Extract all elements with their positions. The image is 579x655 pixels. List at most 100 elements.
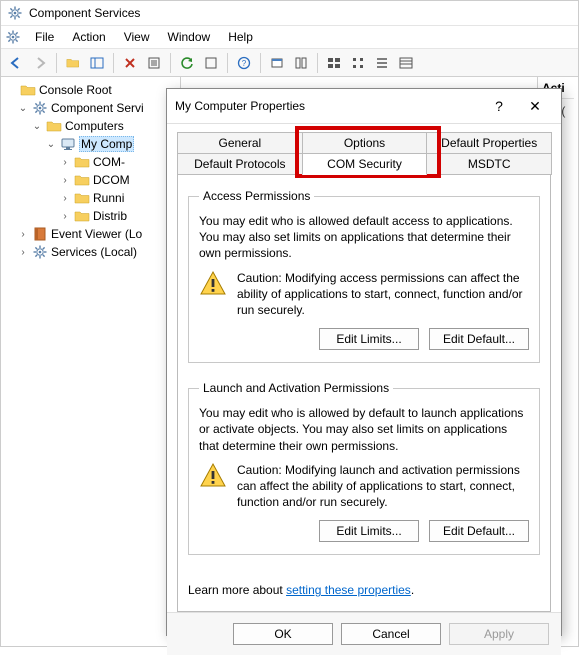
forward-button[interactable] <box>29 52 51 74</box>
folder-icon <box>74 208 90 224</box>
toolbar: ? <box>1 49 578 77</box>
menu-view[interactable]: View <box>116 28 158 46</box>
tree-item-services[interactable]: › Services (Local) <box>3 243 178 261</box>
tab-general[interactable]: General <box>177 132 303 153</box>
view-large-button[interactable] <box>323 52 345 74</box>
launch-caution: Caution: Modifying launch and activation… <box>199 462 529 511</box>
folder-icon <box>46 118 62 134</box>
expander-icon[interactable]: › <box>59 193 71 204</box>
tree-label: Console Root <box>39 83 112 97</box>
tree-label: My Comp <box>79 136 134 152</box>
up-button[interactable] <box>62 52 84 74</box>
tree-item-running[interactable]: › Runni <box>3 189 178 207</box>
caution-text: Caution: Modifying access permissions ca… <box>237 270 529 319</box>
tree-item-dcom[interactable]: › DCOM <box>3 171 178 189</box>
properties-dialog: My Computer Properties ? ✕ General Optio… <box>166 88 562 636</box>
ok-button[interactable]: OK <box>233 623 333 645</box>
menu-window[interactable]: Window <box>160 28 219 46</box>
menu-help[interactable]: Help <box>220 28 261 46</box>
tree-item-event-viewer[interactable]: › Event Viewer (Lo <box>3 225 178 243</box>
tree-item-component-services[interactable]: ⌄ Component Servi <box>3 99 178 117</box>
view-detail-button[interactable] <box>395 52 417 74</box>
tab-default-properties[interactable]: Default Properties <box>426 132 552 153</box>
learn-more-link[interactable]: setting these properties <box>286 583 411 597</box>
tree-item-console-root[interactable]: Console Root <box>3 81 178 99</box>
new-window-button[interactable] <box>266 52 288 74</box>
tree-label: Event Viewer (Lo <box>51 227 142 241</box>
dialog-body: General Options Default Properties Defau… <box>167 124 561 612</box>
toolbar-separator <box>56 53 57 73</box>
tree-panel[interactable]: Console Root ⌄ Component Servi ⌄ Compute… <box>1 77 181 646</box>
help-button[interactable]: ? <box>233 52 255 74</box>
tree-item-my-computer[interactable]: ⌄ My Comp <box>3 135 178 153</box>
access-description: You may edit who is allowed default acce… <box>199 213 529 262</box>
expander-icon[interactable]: › <box>59 211 71 222</box>
tile-button[interactable] <box>290 52 312 74</box>
expander-icon[interactable]: ⌄ <box>31 121 43 132</box>
edit-default-button[interactable]: Edit Default... <box>429 520 529 542</box>
menubar: File Action View Window Help <box>1 26 578 49</box>
tree-item-distributed[interactable]: › Distrib <box>3 207 178 225</box>
tab-msdtc[interactable]: MSDTC <box>426 153 552 175</box>
group-launch-permissions: Launch and Activation Permissions You ma… <box>188 381 540 555</box>
close-button[interactable]: ✕ <box>517 95 553 117</box>
edit-limits-button[interactable]: Edit Limits... <box>319 328 419 350</box>
tab-strip: General Options Default Properties Defau… <box>177 132 551 175</box>
expander-icon[interactable]: ⌄ <box>17 103 29 114</box>
export-button[interactable] <box>200 52 222 74</box>
view-small-button[interactable] <box>347 52 369 74</box>
back-button[interactable] <box>5 52 27 74</box>
tab-options[interactable]: Options <box>302 132 428 153</box>
window-title: Component Services <box>29 6 140 20</box>
toolbar-separator <box>113 53 114 73</box>
expander-icon[interactable]: › <box>17 229 29 240</box>
gear-icon <box>32 244 48 260</box>
delete-button[interactable] <box>119 52 141 74</box>
tree-label: Services (Local) <box>51 245 137 259</box>
edit-default-button[interactable]: Edit Default... <box>429 328 529 350</box>
app-icon <box>7 5 23 21</box>
tab-panel-com-security: Access Permissions You may edit who is a… <box>177 175 551 612</box>
edit-limits-button[interactable]: Edit Limits... <box>319 520 419 542</box>
folder-icon <box>74 190 90 206</box>
view-list-button[interactable] <box>371 52 393 74</box>
apply-button[interactable]: Apply <box>449 623 549 645</box>
expander-icon[interactable]: › <box>17 247 29 258</box>
warning-icon <box>199 462 227 490</box>
cancel-button[interactable]: Cancel <box>341 623 441 645</box>
learn-prefix: Learn more about <box>188 583 286 597</box>
expander-icon[interactable]: › <box>59 157 71 168</box>
properties-button[interactable] <box>143 52 165 74</box>
gear-icon <box>32 100 48 116</box>
menu-file[interactable]: File <box>27 28 62 46</box>
group-legend: Launch and Activation Permissions <box>199 381 393 395</box>
titlebar: Component Services <box>1 1 578 26</box>
dialog-title: My Computer Properties <box>175 99 481 113</box>
folder-icon <box>74 154 90 170</box>
learn-more: Learn more about setting these propertie… <box>188 569 540 605</box>
show-hide-tree-button[interactable] <box>86 52 108 74</box>
toolbar-separator <box>317 53 318 73</box>
expander-icon[interactable]: › <box>59 175 71 186</box>
tree-item-computers[interactable]: ⌄ Computers <box>3 117 178 135</box>
tree-label: Computers <box>65 119 124 133</box>
monitor-icon <box>60 136 76 152</box>
refresh-button[interactable] <box>176 52 198 74</box>
tree-label: Runni <box>93 191 124 205</box>
toolbar-separator <box>227 53 228 73</box>
svg-text:?: ? <box>242 59 247 68</box>
tree-label: Distrib <box>93 209 127 223</box>
toolbar-separator <box>170 53 171 73</box>
tab-default-protocols[interactable]: Default Protocols <box>177 153 303 175</box>
book-icon <box>32 226 48 242</box>
dialog-button-row: OK Cancel Apply <box>167 612 561 655</box>
tree-item-com-plus[interactable]: › COM- <box>3 153 178 171</box>
folder-icon <box>74 172 90 188</box>
help-button[interactable]: ? <box>481 95 517 117</box>
warning-icon <box>199 270 227 298</box>
expander-icon[interactable]: ⌄ <box>45 139 57 150</box>
menu-action[interactable]: Action <box>64 28 113 46</box>
group-access-permissions: Access Permissions You may edit who is a… <box>188 189 540 363</box>
launch-description: You may edit who is allowed by default t… <box>199 405 529 454</box>
tab-com-security[interactable]: COM Security <box>302 153 428 175</box>
